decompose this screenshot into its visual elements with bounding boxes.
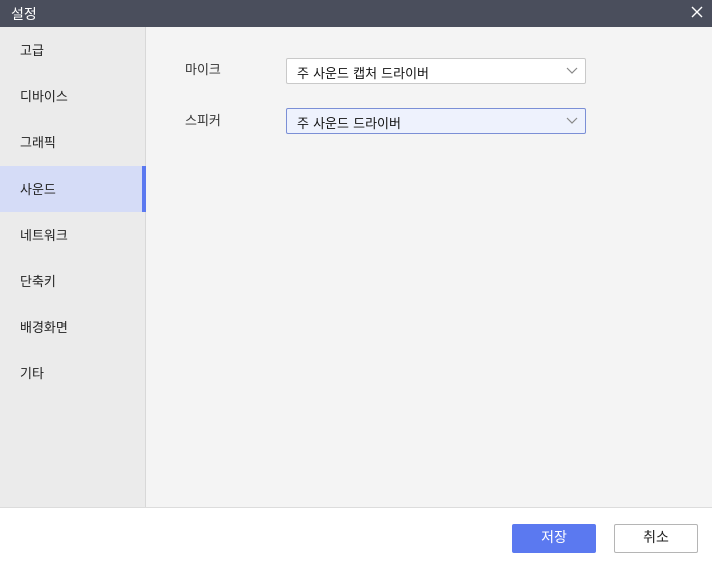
sound-settings-panel: 마이크 주 사운드 캡처 드라이버 스피커 주 사운드 드라이버 <box>146 27 712 507</box>
sidebar-item-label: 기타 <box>20 367 44 382</box>
sidebar-item-network[interactable]: 네트워크 <box>0 212 146 258</box>
chevron-down-icon <box>566 67 578 74</box>
cancel-button[interactable]: 취소 <box>614 524 698 553</box>
sidebar-item-wallpaper[interactable]: 배경화면 <box>0 304 146 350</box>
window-title: 설정 <box>11 7 37 23</box>
speaker-select[interactable]: 주 사운드 드라이버 <box>286 108 586 134</box>
sidebar-item-label: 고급 <box>20 44 44 59</box>
chevron-down-icon <box>566 117 578 124</box>
sidebar-item-label: 네트워크 <box>20 229 68 244</box>
sidebar-item-label: 단축키 <box>20 275 56 290</box>
sidebar-item-label: 사운드 <box>20 183 56 198</box>
title-bar: 설정 <box>0 0 712 27</box>
sidebar-item-label: 디바이스 <box>20 90 68 105</box>
sidebar-item-advanced[interactable]: 고급 <box>0 27 146 73</box>
settings-sidebar: 고급 디바이스 그래픽 사운드 네트워크 단축키 배경화면 기타 <box>0 27 146 507</box>
microphone-select[interactable]: 주 사운드 캡처 드라이버 <box>286 58 586 84</box>
sidebar-item-label: 배경화면 <box>20 321 68 336</box>
sidebar-item-graphics[interactable]: 그래픽 <box>0 119 146 165</box>
sidebar-item-devices[interactable]: 디바이스 <box>0 73 146 119</box>
sidebar-item-other[interactable]: 기타 <box>0 350 146 396</box>
close-icon[interactable] <box>688 3 706 21</box>
speaker-label: 스피커 <box>185 114 221 129</box>
microphone-select-value: 주 사운드 캡처 드라이버 <box>297 67 429 82</box>
save-button[interactable]: 저장 <box>512 524 596 553</box>
sidebar-item-label: 그래픽 <box>20 136 56 151</box>
speaker-select-value: 주 사운드 드라이버 <box>297 117 401 132</box>
sidebar-item-shortcuts[interactable]: 단축키 <box>0 258 146 304</box>
microphone-label: 마이크 <box>185 63 221 78</box>
sidebar-item-sound[interactable]: 사운드 <box>0 166 146 212</box>
dialog-footer: 저장 취소 <box>0 507 712 562</box>
